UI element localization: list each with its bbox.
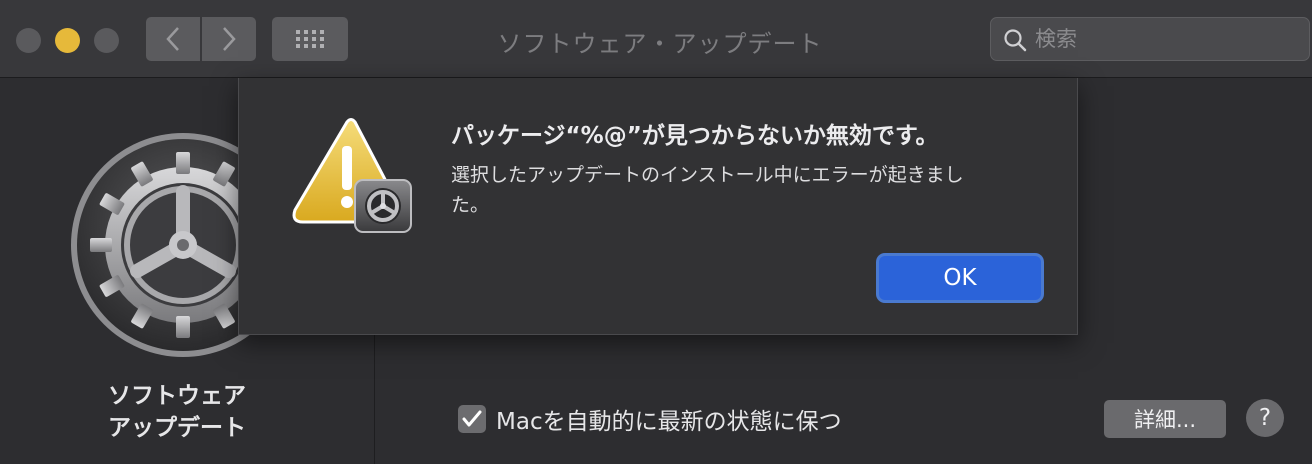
help-button[interactable]: ? (1246, 399, 1284, 437)
grid-icon (296, 30, 324, 48)
pane-title: ソフトウェア アップデート (108, 380, 246, 444)
window-title: ソフトウェア・アップデート (497, 30, 823, 58)
minimize-window-button[interactable] (55, 28, 80, 53)
pane-divider (374, 335, 375, 464)
pane-title-line2: アップデート (108, 415, 246, 441)
pane-title-line1: ソフトウェア (108, 383, 246, 409)
ok-button[interactable]: OK (879, 256, 1041, 300)
auto-update-option[interactable]: Macを自動的に最新の状態に保つ (458, 402, 842, 436)
search-field[interactable] (990, 17, 1310, 61)
alert-title: パッケージ“%@”が見つからないか無効です。 (451, 123, 939, 149)
chevron-left-icon (166, 27, 179, 51)
chevron-right-icon (223, 27, 236, 51)
error-alert-sheet: パッケージ“%@”が見つからないか無効です。 選択したアップデートのインストール… (238, 78, 1078, 335)
auto-update-checkbox[interactable] (458, 405, 486, 433)
forward-button[interactable] (202, 17, 256, 61)
warning-icon (291, 118, 415, 234)
search-icon (1004, 29, 1027, 52)
back-button[interactable] (146, 17, 200, 61)
search-input[interactable] (1035, 24, 1295, 54)
checkmark-icon (462, 410, 482, 427)
title-bar: ソフトウェア・アップデート (0, 0, 1312, 78)
auto-update-label: Macを自動的に最新の状態に保つ (496, 409, 842, 435)
software-update-window: ソフトウェア・アップデート 検索 ソフトウェア アップデート Macを自動的に最… (0, 0, 1312, 464)
show-all-button[interactable] (272, 17, 348, 61)
maximize-window-button[interactable] (94, 28, 119, 53)
close-window-button[interactable] (16, 28, 41, 53)
details-button[interactable]: 詳細... (1104, 400, 1226, 438)
alert-message: 選択したアップデートのインストール中にエラーが起きました。 (451, 164, 964, 216)
